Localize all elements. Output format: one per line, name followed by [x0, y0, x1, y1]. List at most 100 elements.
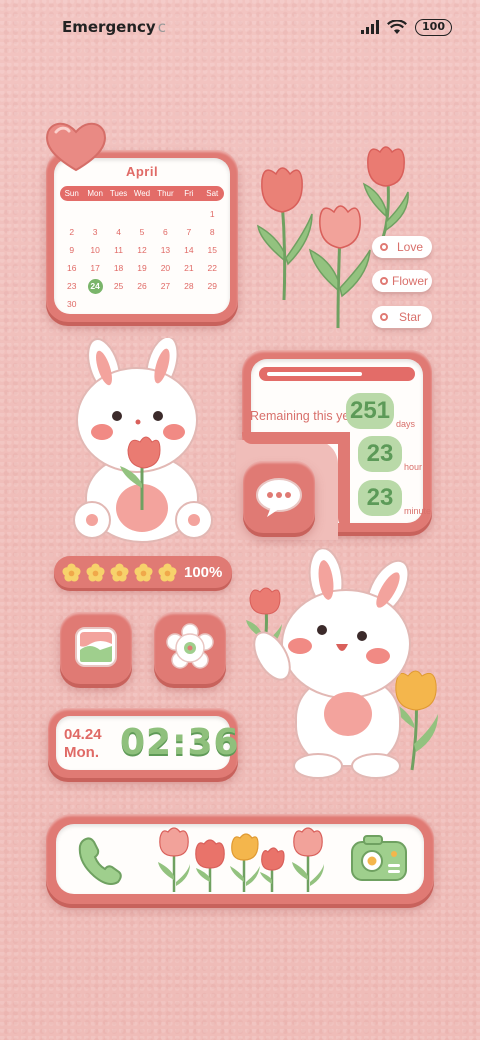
weekday-label: Sun — [64, 189, 79, 198]
calendar-day[interactable]: 26 — [130, 279, 153, 294]
calendar-day[interactable]: 30 — [60, 297, 83, 312]
calendar-day[interactable]: 4 — [107, 225, 130, 240]
calendar-day[interactable]: 28 — [177, 279, 200, 294]
message-icon — [256, 478, 302, 517]
status-carrier: Emergency c — [62, 18, 166, 36]
clock-date: 04.24 — [64, 726, 102, 743]
calendar-day[interactable]: 7 — [177, 225, 200, 240]
calendar-day[interactable]: 16 — [60, 261, 83, 276]
tag-star[interactable]: Star — [372, 306, 432, 328]
calendar-day[interactable]: 8 — [201, 225, 224, 240]
weekday-label: Wed — [133, 189, 151, 198]
flower-icon — [158, 562, 177, 582]
gallery-icon — [75, 627, 117, 667]
countdown-header-bar — [259, 367, 415, 381]
progress-percent: 100% — [184, 563, 223, 581]
clock-panel: 04.24 Mon. 02:36 — [56, 716, 239, 770]
heart-icon — [46, 122, 106, 172]
calendar-day[interactable]: 13 — [154, 243, 177, 258]
weekday-label: Sat — [206, 189, 219, 198]
countdown-notch-side — [338, 432, 350, 528]
carrier-label: Emergency — [62, 18, 156, 36]
clock-widget[interactable]: 04.24 Mon. 02:36 — [48, 708, 239, 778]
clock-weekday: Mon. — [64, 744, 99, 761]
minutes-unit: minute — [404, 506, 432, 516]
clock-time: 02:36 — [120, 722, 240, 763]
countdown-notch-edge — [242, 432, 342, 444]
days-counter: 251 days — [346, 393, 415, 429]
calendar-day[interactable]: 29 — [201, 279, 224, 294]
calendar-day[interactable]: 18 — [107, 261, 130, 276]
calendar-day[interactable]: 6 — [154, 225, 177, 240]
tag-ring-icon — [380, 313, 388, 321]
calendar-days: 1 2 3 4 5 6 7 8 9 10 11 12 13 14 15 16 17 18 19 20 21 22 23 24 2… — [60, 207, 224, 312]
phone-icon[interactable] — [72, 832, 128, 886]
settings-app-icon[interactable] — [154, 612, 226, 684]
calendar-day — [130, 207, 153, 222]
calendar-day — [177, 207, 200, 222]
weekday-label: Tues — [109, 189, 128, 198]
weekday-label: Fri — [184, 189, 194, 198]
calendar-day[interactable]: 14 — [177, 243, 200, 258]
bunny-holding-tulip-decoration — [73, 338, 213, 543]
tag-ring-icon — [380, 243, 388, 251]
calendar-day[interactable]: 22 — [201, 261, 224, 276]
weekday-label: Thur — [157, 189, 174, 198]
minutes-counter: 23 minute — [358, 480, 431, 516]
calendar-day[interactable]: 9 — [60, 243, 83, 258]
carrier-dot: c — [157, 18, 166, 36]
bunny-waving-decoration — [246, 548, 438, 779]
calendar-day — [83, 207, 106, 222]
minutes-value: 23 — [358, 480, 402, 516]
days-unit: days — [396, 419, 416, 429]
calendar-day[interactable]: 19 — [130, 261, 153, 276]
calendar-day[interactable]: 27 — [154, 279, 177, 294]
days-value: 251 — [346, 393, 394, 429]
calendar-widget[interactable]: April Sun Mon Tues Wed Thur Fri Sat 1234567891… — [46, 150, 238, 322]
tag-flower[interactable]: Flower — [372, 270, 432, 292]
battery-progress-widget: 100% — [54, 556, 232, 588]
calendar-day[interactable]: 1 — [201, 207, 224, 222]
calendar-day[interactable]: 15 — [201, 243, 224, 258]
calendar-day[interactable]: 12 — [130, 243, 153, 258]
remaining-label: Remaining this year — [250, 409, 361, 423]
flower-icon — [86, 562, 105, 582]
messages-app-icon[interactable] — [243, 461, 315, 533]
calendar-day[interactable]: 25 — [107, 279, 130, 294]
dock-panel — [56, 824, 424, 894]
hours-unit: hour — [404, 462, 423, 472]
tag-love[interactable]: Love — [372, 236, 432, 258]
calendar-day[interactable]: 5 — [130, 225, 153, 240]
calendar-day[interactable]: 20 — [154, 261, 177, 276]
dock-widget — [46, 814, 434, 904]
weekday-label: Mon — [87, 189, 103, 198]
clock-date-block: 04.24 Mon. — [64, 726, 102, 762]
tag-label: Star — [398, 310, 421, 324]
tag-label: Love — [396, 240, 424, 254]
calendar-weekday-header: Sun Mon Tues Wed Thur Fri Sat — [60, 186, 224, 201]
battery-indicator: 100 — [415, 18, 452, 36]
status-icons: 100 — [361, 17, 452, 37]
calendar-day[interactable]: 2 — [60, 225, 83, 240]
hours-value: 23 — [358, 436, 402, 472]
flower-icon — [134, 562, 153, 582]
hours-counter: 23 hour — [358, 436, 422, 472]
flower-icon — [110, 562, 129, 582]
calendar-day[interactable]: 3 — [83, 225, 106, 240]
calendar-day[interactable]: 17 — [83, 261, 106, 276]
tulip-bouquet-decoration — [257, 146, 409, 329]
tag-label: Flower — [391, 274, 428, 288]
gallery-app-icon[interactable] — [60, 612, 132, 684]
calendar-day — [60, 207, 83, 222]
calendar-panel: April Sun Mon Tues Wed Thur Fri Sat 1234567891… — [54, 158, 230, 314]
signal-icon — [361, 20, 380, 34]
calendar-day[interactable]: 10 — [83, 243, 106, 258]
tag-ring-icon — [380, 277, 388, 285]
calendar-day-today[interactable]: 24 — [87, 279, 103, 294]
camera-icon[interactable] — [346, 830, 412, 886]
calendar-day[interactable]: 21 — [177, 261, 200, 276]
flower-icon — [62, 562, 81, 582]
calendar-day — [154, 207, 177, 222]
calendar-day[interactable]: 23 — [60, 279, 83, 294]
calendar-day[interactable]: 11 — [107, 243, 130, 258]
